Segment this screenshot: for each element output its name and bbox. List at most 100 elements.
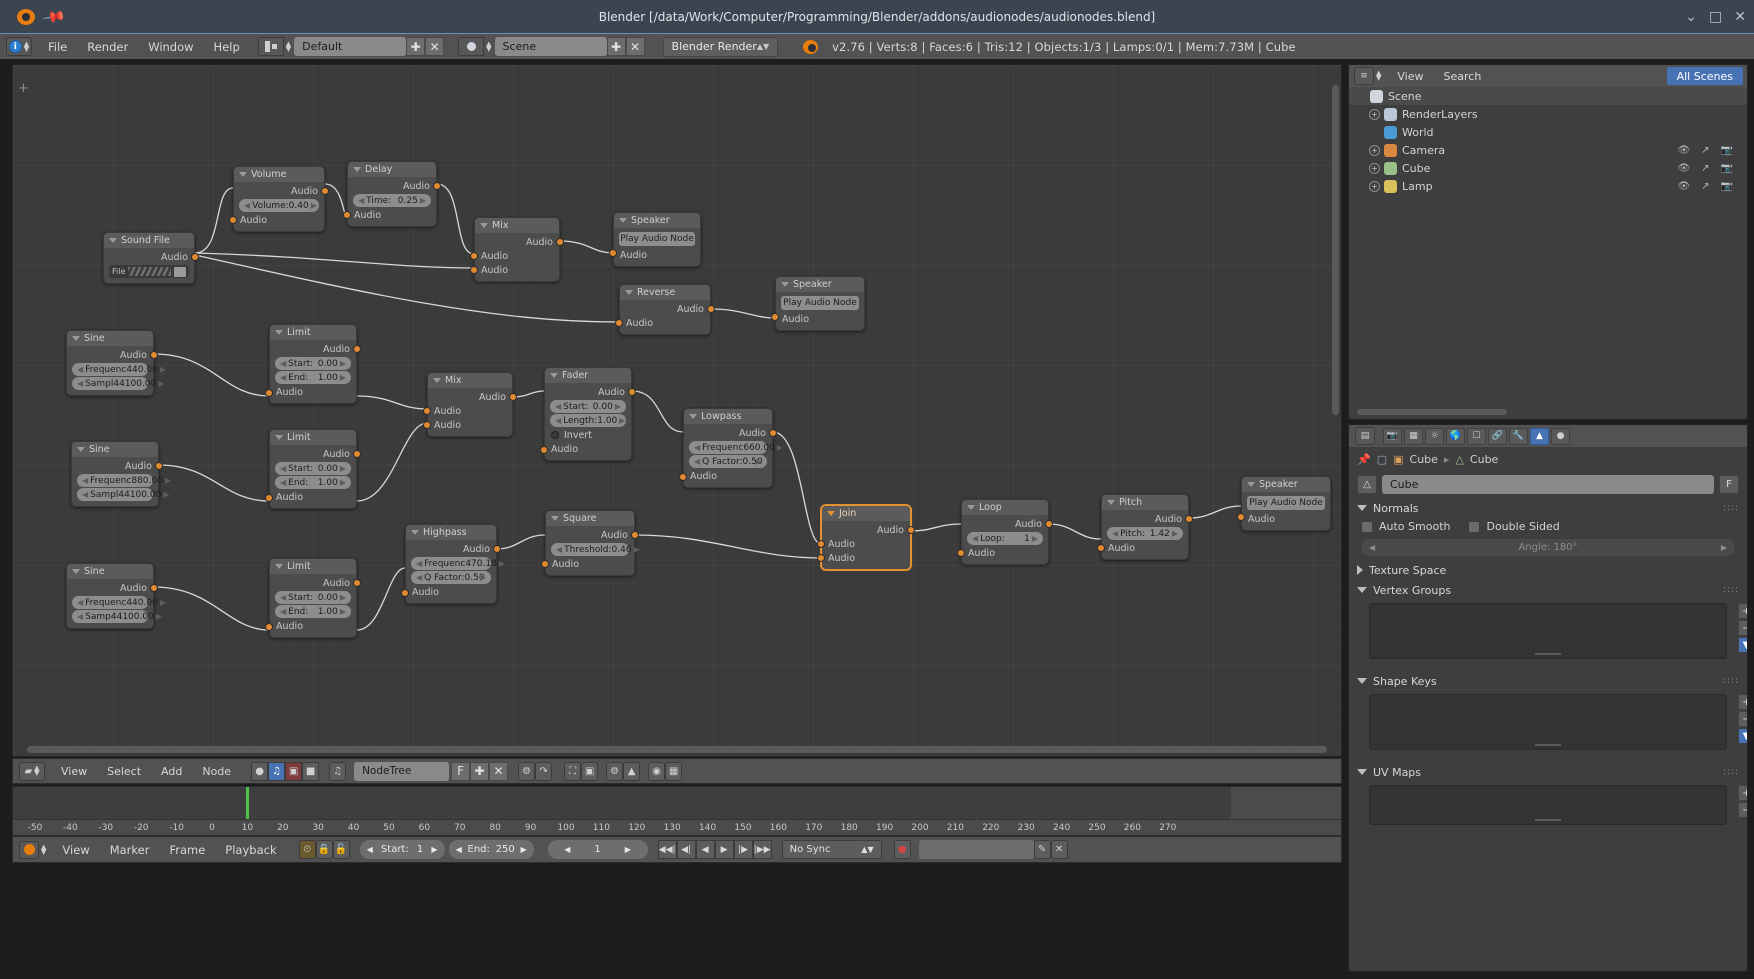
sync-mode-select[interactable]: No Sync ▲▼ — [781, 840, 882, 859]
node-header[interactable]: Speaker — [614, 213, 700, 228]
node-lowpass[interactable]: Lowpass Audio ◀ Frequenc 660.00 ▶ ◀ Q Factor: 0.… — [679, 408, 783, 488]
input-socket[interactable] — [1097, 544, 1105, 552]
breadcrumb-object[interactable]: Cube — [1410, 453, 1438, 466]
properties-editor[interactable]: ▤ 📷 ▦ ☼ 🌎 ☐ 🔗 🔧 ▲ ● 📌 ▢ ▣ Cube ▸ △ Cube … — [1348, 424, 1748, 972]
open-file-icon[interactable] — [174, 266, 186, 277]
node-header[interactable]: Limit — [270, 559, 356, 574]
lock-range-icon[interactable]: 🔓 — [332, 840, 350, 859]
play-reverse-button[interactable]: ◀ — [695, 840, 715, 859]
node-header[interactable]: Sound File — [104, 233, 194, 248]
editor-type-info-icon[interactable]: i ▲ ▼ — [6, 37, 32, 56]
minimize-button[interactable]: ⌄ — [1685, 9, 1697, 25]
collapse-triangle-icon[interactable] — [551, 516, 559, 521]
output-socket[interactable] — [907, 526, 915, 534]
output-socket[interactable] — [191, 253, 199, 261]
node-sine_2[interactable]: Sine Audio ◀ Frequenc 880.00 ▶ ◀ Sampl 44100.00 ▶ — [71, 441, 171, 507]
input-socket[interactable] — [679, 473, 687, 481]
node-header[interactable]: Join — [822, 506, 910, 521]
node-header[interactable]: Pitch — [1102, 495, 1188, 510]
auto-smooth-angle-field[interactable]: ◀ Angle: 180° ▶ — [1361, 539, 1735, 556]
output-socket[interactable] — [433, 182, 441, 190]
fake-user-button[interactable]: F — [1719, 475, 1739, 494]
vertex-groups-list[interactable] — [1369, 603, 1727, 659]
tab-material[interactable]: ● — [1551, 427, 1570, 445]
node-value-field[interactable]: ◀ Frequenc 440.00 ▶ — [72, 596, 166, 609]
overlay-icon[interactable]: ▦ — [665, 761, 683, 781]
node-header[interactable]: Mix — [428, 373, 512, 388]
collapse-triangle-icon[interactable] — [72, 336, 80, 341]
node-value-field[interactable]: ◀ Start: 0.00 ▶ — [275, 462, 351, 475]
input-socket[interactable] — [957, 549, 965, 557]
use-nodes-icon[interactable]: ▣ — [581, 761, 599, 781]
menu-help[interactable]: Help — [204, 38, 250, 56]
input-socket[interactable] — [609, 249, 617, 257]
expand-toggle-icon[interactable]: + — [1369, 144, 1380, 156]
increment-icon[interactable]: ▶ — [1172, 529, 1178, 538]
collapse-triangle-icon[interactable] — [433, 378, 441, 383]
output-socket[interactable] — [353, 579, 361, 587]
tab-world[interactable]: 🌎 — [1446, 427, 1465, 445]
region-toggle-plus-icon[interactable]: + — [18, 81, 29, 96]
node-header[interactable]: Limit — [270, 430, 356, 445]
snap-mode-icon[interactable]: ▲ — [623, 761, 641, 781]
output-socket[interactable] — [1045, 520, 1053, 528]
collapse-triangle-icon[interactable] — [480, 223, 488, 228]
menu-search[interactable]: Search — [1434, 68, 1492, 85]
node-highpass[interactable]: Highpass Audio ◀ Frequenc 470.18 ▶ ◀ Q Factor: 0… — [401, 524, 505, 604]
node-fader[interactable]: Fader Audio ◀ Start: 0.00 ▶ ◀ Length: 1.00 ▶ Inver… — [540, 367, 636, 461]
snap-toggle-icon[interactable]: ⚙ — [606, 761, 624, 781]
increment-icon[interactable]: ▶ — [1032, 534, 1038, 543]
node-editor-canvas[interactable]: + Sound File Audio File Volume Audio ◀ V… — [12, 64, 1342, 757]
close-button[interactable]: ✕ — [1734, 9, 1746, 25]
node-tree-name[interactable]: NodeTree — [354, 761, 450, 781]
increment-icon[interactable]: ▶ — [340, 464, 346, 473]
increment-icon[interactable]: ▶ — [158, 379, 164, 388]
input-socket[interactable] — [470, 252, 478, 260]
keying-set-add-icon[interactable]: ✎ — [1033, 840, 1051, 859]
node-value-field[interactable]: ◀ Sampl 44100.00 ▶ — [72, 377, 164, 390]
play-audio-node-button[interactable]: Play Audio Node — [1247, 496, 1325, 510]
node-value-field[interactable]: ◀ End: 1.00 ▶ — [275, 605, 351, 618]
tab-render-layers[interactable]: ▦ — [1404, 427, 1423, 445]
node-value-field[interactable]: ◀ Q Factor: 0.50 ▶ — [689, 455, 767, 468]
add-shape-key-button[interactable]: + — [1738, 694, 1747, 710]
record-button[interactable]: ● — [893, 840, 911, 859]
audio-nodes-toggle[interactable]: ♫ — [268, 761, 286, 781]
compositing-nodes-toggle[interactable]: ▣ — [285, 761, 303, 781]
node-header[interactable]: Lowpass — [684, 409, 772, 424]
input-socket[interactable] — [423, 421, 431, 429]
tab-modifiers[interactable]: 🔧 — [1509, 427, 1528, 445]
output-socket[interactable] — [628, 388, 636, 396]
remove-vertex-group-button[interactable]: − — [1738, 620, 1747, 636]
maximize-button[interactable]: □ — [1709, 9, 1722, 25]
increment-icon[interactable]: ▶ — [311, 201, 317, 210]
increment-icon[interactable]: ▶ — [163, 490, 169, 499]
invert-checkbox[interactable] — [551, 431, 559, 439]
remove-uv-map-button[interactable]: − — [1738, 802, 1747, 818]
timeline-editor[interactable]: -50 -40 -30 -20 -10 0 10 20 30 40 50 60 70 80 90 100 110… — [12, 786, 1342, 836]
node-header[interactable]: Mix — [475, 218, 559, 233]
increment-icon[interactable]: ▶ — [777, 443, 783, 452]
node-reverse[interactable]: Reverse Audio Audio — [615, 284, 715, 335]
node-value-field[interactable]: ◀ Start: 0.00 ▶ — [550, 400, 626, 413]
input-socket[interactable] — [265, 389, 273, 397]
auto-smooth-checkbox[interactable] — [1361, 520, 1373, 533]
outliner-item-world[interactable]: World — [1349, 123, 1747, 141]
node-delay[interactable]: Delay Audio ◀ Time: 0.25 ▶ Audio — [343, 161, 441, 227]
node-pitch[interactable]: Pitch Audio ◀ Pitch: 1.42 ▶ Audio — [1097, 494, 1193, 560]
collapse-triangle-icon[interactable] — [619, 218, 627, 223]
render-engine-select[interactable]: Blender Render ▲▼ — [662, 36, 779, 57]
panel-header-shape-keys[interactable]: Shape Keys :::: — [1349, 671, 1747, 691]
node-value-field[interactable]: ◀ Samp 44100.00 ▶ — [72, 610, 162, 623]
input-socket[interactable] — [540, 446, 548, 454]
collapse-triangle-icon[interactable] — [353, 167, 361, 172]
outliner-hscrollbar[interactable] — [1357, 409, 1507, 415]
tab-scene[interactable]: ☼ — [1425, 427, 1444, 445]
node-speaker_right[interactable]: Speaker Play Audio Node Audio — [1237, 476, 1331, 531]
node-header[interactable]: Speaker — [776, 277, 864, 292]
shape-keys-list[interactable] — [1369, 694, 1727, 750]
panel-header-vertex-groups[interactable]: Vertex Groups :::: — [1349, 580, 1747, 600]
restrict-render-icon[interactable]: 📷 — [1721, 145, 1733, 156]
node-header[interactable]: Sine — [67, 564, 153, 579]
output-socket[interactable] — [353, 345, 361, 353]
